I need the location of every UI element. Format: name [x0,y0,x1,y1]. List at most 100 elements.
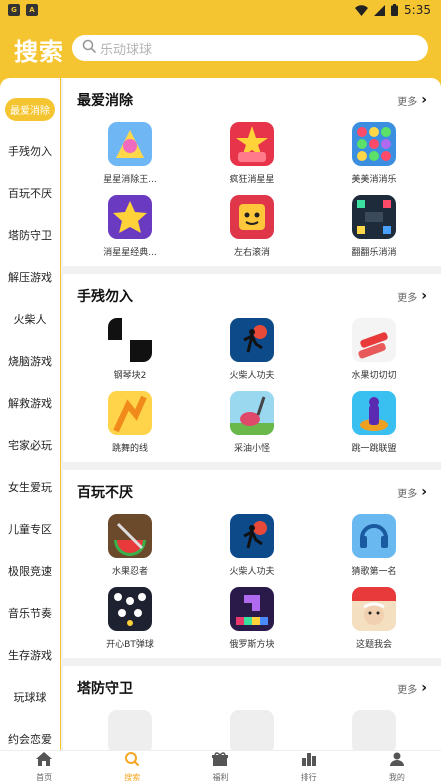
sidebar-item-zhaijiabiwan[interactable]: 宅家必玩 [0,424,60,466]
sidebar-item-shengcunyouxi[interactable]: 生存游戏 [0,634,60,676]
sidebar-item-nvshengaiwan[interactable]: 女生爱玩 [0,466,60,508]
tab-search[interactable]: 搜索 [102,752,162,783]
tab-ranking[interactable]: 排行 [279,752,339,783]
user-icon [389,752,405,771]
header: 搜索 乐动球球 [0,20,441,78]
app-item[interactable]: 水果忍者 [69,514,191,577]
sidebar-item-jieyayouxi[interactable]: 解压游戏 [0,256,60,298]
app-name: 跳一跳联盟 [351,444,397,454]
sidebar-item-label: 最爱消除 [5,97,55,121]
sidebar-item-label: 烧脑游戏 [8,355,52,368]
app-item[interactable]: 翻翻乐消消 [313,195,435,258]
app-item[interactable]: 钢琴块2 [69,318,191,381]
sidebar-item-yuehuilianai[interactable]: 约会恋爱 [0,718,60,750]
app-item[interactable] [191,710,313,750]
app-item[interactable]: 采油小怪 [191,391,313,454]
search-input[interactable]: 乐动球球 [72,35,428,61]
app-icon [230,195,274,239]
app-icon [352,318,396,362]
sidebar-item-label: 女生爱玩 [8,481,52,494]
app-item[interactable] [313,710,435,750]
app-item[interactable]: 火柴人功夫 [191,514,313,577]
app-item[interactable]: 这题我会 [313,587,435,650]
app-item[interactable]: 星星消除王... [69,122,191,185]
app-item[interactable]: 左右滚消 [191,195,313,258]
app-name: 俄罗斯方块 [229,640,275,650]
app-item[interactable]: 猜歌第一名 [313,514,435,577]
tab-welfare[interactable]: 福利 [190,752,250,783]
search-placeholder: 乐动球球 [100,42,153,58]
app-item[interactable]: 跳舞的线 [69,391,191,454]
tab-label: 搜索 [124,773,141,782]
sidebar-item-label: 约会恋爱 [8,733,52,746]
sidebar-item-label: 宅家必玩 [8,439,52,452]
search-icon [82,39,96,58]
app-name: 水果忍者 [111,567,148,577]
more-label: 更多 [397,488,418,500]
sidebar-item-label: 百玩不厌 [8,187,52,200]
sidebar-item-zuiaixiaochu[interactable]: 最爱消除 [0,88,60,130]
battery-icon [391,4,399,16]
sidebar-item-label: 塔防守卫 [8,229,52,242]
section-title: 塔防守卫 [77,681,133,697]
section-title: 最爱消除 [77,93,133,109]
app-item[interactable]: 跳一跳联盟 [313,391,435,454]
sidebar-item-shaonaoyouxi[interactable]: 烧脑游戏 [0,340,60,382]
app-icon [230,122,274,166]
app-name: 疯狂消星星 [229,175,275,185]
search-icon [124,752,140,771]
tab-label: 首页 [36,773,53,782]
tab-home[interactable]: 首页 [14,752,74,783]
more-label: 更多 [397,292,418,304]
sidebar-item-wanqiuqiu[interactable]: 玩球球 [0,676,60,718]
app-item[interactable]: 疯狂消星星 [191,122,313,185]
sidebar-item-jixianjingsu[interactable]: 极限竞速 [0,550,60,592]
chevron-right-icon: › [421,92,427,108]
sidebar-item-baiwanbuyan[interactable]: 百玩不厌 [0,172,60,214]
content-panel: 最爱消除 更多› 星星消除王... 疯狂消星星 美美消消乐 消星星经典... [61,78,441,750]
sidebar-item-tafangshouwei[interactable]: 塔防守卫 [0,214,60,256]
app-item[interactable]: 消星星经典... [69,195,191,258]
sidebar-item-label: 解压游戏 [8,271,52,284]
app-icon [352,514,396,558]
tab-label: 我的 [388,773,405,782]
tab-mine[interactable]: 我的 [367,752,427,783]
app-name: 星星消除王... [103,175,157,185]
app-item[interactable]: 火柴人功夫 [191,318,313,381]
app-name: 消星星经典... [103,248,157,258]
app-name: 翻翻乐消消 [351,248,397,258]
app-item[interactable]: 美美消消乐 [313,122,435,185]
app-name: 这题我会 [355,640,392,650]
sidebar-item-jiejiuyouxi[interactable]: 解救游戏 [0,382,60,424]
app-icon [230,514,274,558]
more-button[interactable]: 更多 › [397,484,427,500]
gift-icon [212,752,229,771]
sidebar-item-label: 儿童专区 [8,523,52,536]
a-notification-icon: A [26,4,38,16]
app-icon [230,587,274,631]
app-item[interactable]: 俄罗斯方块 [191,587,313,650]
section-title: 百玩不厌 [77,485,133,501]
app-icon [352,195,396,239]
sidebar-item-yinyuejiezou[interactable]: 音乐节奏 [0,592,60,634]
chevron-right-icon: › [421,484,427,500]
app-item[interactable]: 水果切切切 [313,318,435,381]
section-baiwanbuyan: 百玩不厌 更多 › 水果忍者 火柴人功夫 猜歌第一名 开心BT弹球 俄罗斯方块 … [63,470,441,658]
app-icon [108,122,152,166]
section-shoucanwuru: 手残勿入 更多 › 钢琴块2 火柴人功夫 水果切切切 跳舞的线 采油小怪 跳一跳… [63,274,441,462]
more-button[interactable]: 更多 › [397,288,427,304]
app-item[interactable] [69,710,191,750]
app-item[interactable]: 开心BT弹球 [69,587,191,650]
sidebar-item-ertongzhuanqu[interactable]: 儿童专区 [0,508,60,550]
more-label: 更多 [397,684,418,696]
sidebar-item-label: 火柴人 [13,313,47,326]
app-icon [108,318,152,362]
page-title: 搜索 [14,37,64,66]
more-button[interactable]: 更多 › [397,92,427,108]
section-title: 手残勿入 [77,289,133,305]
app-name: 跳舞的线 [111,444,148,454]
sidebar-item-shoucanwuru[interactable]: 手残勿入 [0,130,60,172]
sidebar-item-huochairen[interactable]: 火柴人 [0,298,60,340]
more-button[interactable]: 更多 › [397,680,427,696]
notification-icons: G A [8,4,38,16]
